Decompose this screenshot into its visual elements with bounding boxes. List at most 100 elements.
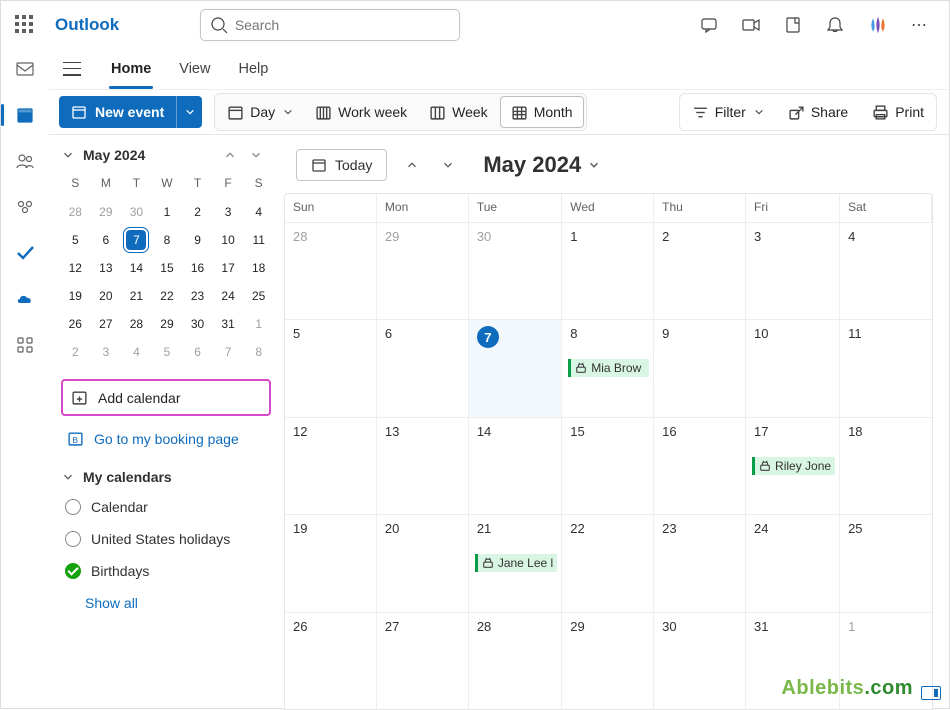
calendar-cell[interactable]: 29 [377, 222, 469, 319]
my-calendars-header[interactable]: My calendars [59, 455, 275, 491]
calendar-cell[interactable]: 28 [469, 612, 562, 709]
minical-day[interactable]: 2 [61, 339, 90, 365]
calendar-cell[interactable]: 24 [746, 514, 840, 611]
minical-day[interactable]: 16 [183, 255, 212, 281]
calendar-cell[interactable]: 3 [746, 222, 840, 319]
rail-people[interactable] [11, 147, 39, 175]
meet-now-icon[interactable] [741, 15, 761, 35]
calendar-cell[interactable]: 1 [562, 222, 654, 319]
minical-day[interactable]: 5 [61, 227, 90, 253]
rail-groups[interactable] [11, 193, 39, 221]
calendar-cell[interactable]: 5 [285, 319, 377, 416]
minical-next-icon[interactable] [249, 148, 263, 162]
booking-page-link[interactable]: B Go to my booking page [59, 422, 275, 455]
copilot-icon[interactable] [867, 14, 889, 36]
minical-day[interactable]: 3 [214, 199, 243, 225]
prev-month-button[interactable] [401, 154, 423, 176]
minical-day[interactable]: 10 [214, 227, 243, 253]
calendar-list-item[interactable]: Calendar [61, 491, 275, 523]
calendar-cell[interactable]: 14 [469, 417, 562, 514]
minical-day[interactable]: 25 [244, 283, 273, 309]
minical-day[interactable]: 29 [153, 311, 182, 337]
view-day-button[interactable]: Day [217, 96, 303, 128]
minical-day[interactable]: 30 [183, 311, 212, 337]
new-event-button[interactable]: New event [59, 96, 176, 128]
minical-day[interactable]: 19 [61, 283, 90, 309]
share-button[interactable]: Share [778, 96, 858, 128]
view-month-button[interactable]: Month [500, 96, 584, 128]
rail-mail[interactable] [11, 55, 39, 83]
add-calendar-button[interactable]: Add calendar [61, 379, 271, 416]
more-icon[interactable]: ⋯ [911, 15, 929, 35]
pane-toggle-icon[interactable] [921, 686, 941, 700]
calendar-title[interactable]: May 2024 [483, 152, 601, 178]
minical-day[interactable]: 6 [92, 227, 121, 253]
minical-day[interactable]: 31 [214, 311, 243, 337]
calendar-cell[interactable]: 29 [562, 612, 654, 709]
calendar-cell[interactable]: 19 [285, 514, 377, 611]
show-all-link[interactable]: Show all [59, 587, 275, 619]
today-button[interactable]: Today [296, 149, 387, 181]
print-button[interactable]: Print [862, 96, 934, 128]
calendar-cell[interactable]: 30 [654, 612, 746, 709]
calendar-event[interactable]: Riley Jone [752, 457, 835, 475]
calendar-list-item[interactable]: United States holidays [61, 523, 275, 555]
tab-help[interactable]: Help [238, 55, 268, 83]
next-month-button[interactable] [437, 154, 459, 176]
minical-day[interactable]: 13 [92, 255, 121, 281]
mini-calendar[interactable]: SMTWTFS 28293012345678910111213141516171… [59, 169, 275, 367]
calendar-cell[interactable]: 12 [285, 417, 377, 514]
calendar-list-item[interactable]: Birthdays [61, 555, 275, 587]
calendar-cell[interactable]: 8Mia Brow [562, 319, 654, 416]
rail-onedrive[interactable] [11, 285, 39, 313]
calendar-event[interactable]: Jane Lee l [475, 554, 557, 572]
calendar-cell[interactable]: 26 [285, 612, 377, 709]
minical-day[interactable]: 2 [183, 199, 212, 225]
filter-button[interactable]: Filter [682, 96, 774, 128]
calendar-toggle-icon[interactable] [65, 563, 81, 579]
notes-icon[interactable] [783, 15, 803, 35]
minical-day[interactable]: 7 [122, 227, 151, 253]
calendar-cell[interactable]: 4 [840, 222, 932, 319]
calendar-cell[interactable]: 11 [840, 319, 932, 416]
calendar-cell[interactable]: 7 [469, 319, 562, 416]
minical-day[interactable]: 29 [92, 199, 121, 225]
rail-calendar[interactable] [11, 101, 39, 129]
minical-day[interactable]: 14 [122, 255, 151, 281]
minical-day[interactable]: 9 [183, 227, 212, 253]
calendar-cell[interactable]: 22 [562, 514, 654, 611]
calendar-cell[interactable]: 28 [285, 222, 377, 319]
calendar-grid[interactable]: SunMonTueWedThuFriSat28293012345678Mia B… [284, 193, 933, 710]
notifications-icon[interactable] [825, 15, 845, 35]
minical-day[interactable]: 1 [153, 199, 182, 225]
calendar-cell[interactable]: 9 [654, 319, 746, 416]
tab-home[interactable]: Home [111, 55, 151, 83]
minical-day[interactable]: 24 [214, 283, 243, 309]
minical-day[interactable]: 30 [122, 199, 151, 225]
calendar-cell[interactable]: 21Jane Lee l [469, 514, 562, 611]
minical-day[interactable]: 6 [183, 339, 212, 365]
new-event-dropdown[interactable] [176, 96, 202, 128]
teams-chat-icon[interactable] [699, 15, 719, 35]
minical-day[interactable]: 26 [61, 311, 90, 337]
chevron-down-icon[interactable] [61, 148, 75, 162]
minical-day[interactable]: 3 [92, 339, 121, 365]
view-week-button[interactable]: Week [419, 96, 498, 128]
minical-day[interactable]: 20 [92, 283, 121, 309]
rail-more-apps[interactable] [11, 331, 39, 359]
minical-day[interactable]: 4 [122, 339, 151, 365]
minical-day[interactable]: 7 [214, 339, 243, 365]
minical-day[interactable]: 5 [153, 339, 182, 365]
calendar-cell[interactable]: 15 [562, 417, 654, 514]
app-launcher-icon[interactable] [15, 15, 35, 35]
minical-day[interactable]: 28 [122, 311, 151, 337]
rail-todo[interactable] [11, 239, 39, 267]
tab-view[interactable]: View [179, 55, 210, 83]
calendar-cell[interactable]: 25 [840, 514, 932, 611]
calendar-cell[interactable]: 10 [746, 319, 840, 416]
minical-day[interactable]: 18 [244, 255, 273, 281]
minical-day[interactable]: 12 [61, 255, 90, 281]
nav-toggle-icon[interactable] [63, 62, 81, 76]
minical-day[interactable]: 8 [244, 339, 273, 365]
minical-day[interactable]: 23 [183, 283, 212, 309]
